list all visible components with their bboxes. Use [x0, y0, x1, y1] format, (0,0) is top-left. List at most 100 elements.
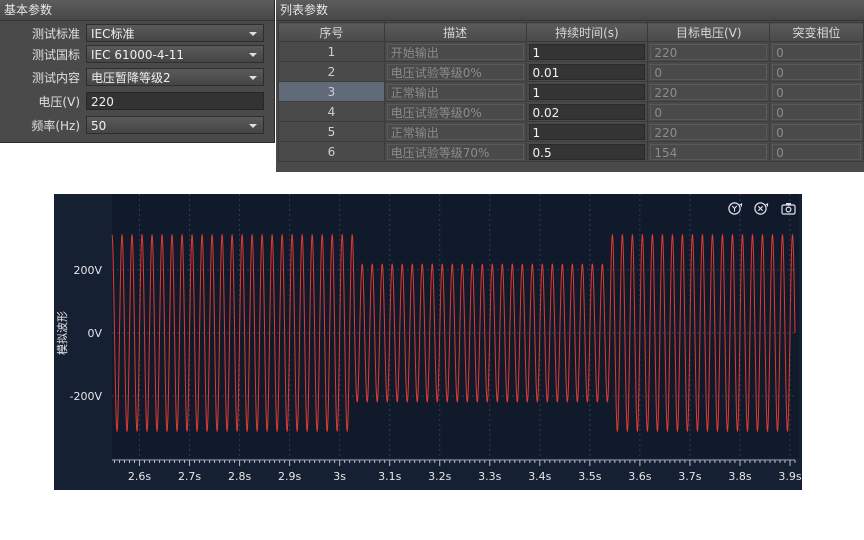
cell-target-voltage-value: 0	[650, 63, 768, 80]
cell-duration-value: 0.01	[528, 63, 646, 80]
cell-phase-value: 0	[772, 83, 861, 100]
form-row: 测试国标 IEC 61000-4-11	[0, 45, 274, 65]
x-tick-label: 3.6s	[628, 470, 651, 483]
basic-params-panel: 基本参数 测试标准 IEC标准 测试国标 IEC 61000-4-11 测试内容 电压暂降…	[0, 0, 275, 143]
field-label: 测试内容	[31, 71, 80, 85]
cell-phase-value: 0	[772, 43, 861, 60]
x-tick-label: 3.3s	[478, 470, 501, 483]
cell-index[interactable]: 4	[278, 101, 385, 122]
plot-area	[112, 194, 799, 458]
table-row[interactable]: 5 正常输出 1 220 0	[278, 121, 864, 142]
cell-target-voltage[interactable]: 220	[647, 121, 771, 142]
field-dropdown[interactable]: IEC标准	[86, 24, 264, 42]
column-header-phase[interactable]: 突变相位	[769, 22, 864, 42]
cell-phase[interactable]: 0	[769, 141, 864, 162]
x-tick-label: 2.9s	[278, 470, 301, 483]
cell-description[interactable]: 电压试验等级70%	[383, 141, 527, 162]
column-header-description[interactable]: 描述	[383, 22, 527, 42]
cell-description-value: 开始输出	[386, 43, 524, 60]
cell-phase[interactable]: 0	[769, 81, 864, 102]
cell-phase-value: 0	[772, 103, 861, 120]
cell-description[interactable]: 电压试验等级0%	[383, 101, 527, 122]
cell-duration[interactable]: 0.01	[525, 61, 649, 82]
field-label: 测试标准	[31, 27, 80, 41]
field-dropdown[interactable]: 50	[86, 116, 264, 134]
cell-duration[interactable]: 1	[525, 121, 649, 142]
cell-index[interactable]: 6	[278, 141, 385, 162]
cell-target-voltage-value: 220	[650, 43, 768, 60]
cell-description-value: 电压试验等级70%	[386, 143, 524, 160]
cell-index[interactable]: 5	[278, 121, 385, 142]
column-header-duration[interactable]: 持续时间(s)	[525, 22, 649, 42]
x-tick-label: 2.7s	[178, 470, 201, 483]
field-label: 测试国标	[31, 48, 80, 62]
cell-description-value: 正常输出	[386, 83, 524, 100]
cell-duration[interactable]: 1	[525, 81, 649, 102]
field-label: 频率(Hz)	[31, 119, 80, 133]
field-value: 电压暂降等级2	[91, 71, 171, 85]
y-axis-label: 模拟波形	[55, 311, 69, 355]
form-row: 电压(V) 220	[0, 92, 274, 112]
cell-description[interactable]: 正常输出	[383, 81, 527, 102]
basic-params-title: 基本参数	[0, 0, 274, 21]
cell-index[interactable]: 3	[278, 81, 385, 102]
form-row: 测试标准 IEC标准	[0, 24, 274, 44]
cell-target-voltage-value: 220	[650, 123, 768, 140]
field-dropdown[interactable]: 电压暂降等级2	[86, 68, 264, 86]
cell-target-voltage[interactable]: 0	[647, 61, 771, 82]
x-tick-label: 3.5s	[578, 470, 601, 483]
cell-phase[interactable]: 0	[769, 121, 864, 142]
table-row[interactable]: 4 电压试验等级0% 0.02 0 0	[278, 101, 864, 122]
x-tick-label: 3.9s	[778, 470, 801, 483]
y-tick-label: 0V	[87, 327, 102, 340]
chevron-down-icon	[249, 53, 257, 57]
field-dropdown[interactable]: IEC 61000-4-11	[86, 45, 264, 63]
field-label: 电压(V)	[38, 95, 80, 109]
x-tick-label: 3.1s	[378, 470, 401, 483]
cell-index[interactable]: 1	[278, 41, 385, 62]
cell-target-voltage-value: 220	[650, 83, 768, 100]
x-tick-label: 2.8s	[228, 470, 251, 483]
cell-description-value: 电压试验等级0%	[386, 103, 524, 120]
x-tick-label: 3.4s	[528, 470, 551, 483]
table-row[interactable]: 2 电压试验等级0% 0.01 0 0	[278, 61, 864, 82]
table-row[interactable]: 3 正常输出 1 220 0	[278, 81, 864, 102]
cell-target-voltage[interactable]: 0	[647, 101, 771, 122]
field-input[interactable]: 220	[86, 92, 264, 110]
cell-phase-value: 0	[772, 143, 861, 160]
cell-duration[interactable]: 0.02	[525, 101, 649, 122]
column-header-index[interactable]: 序号	[278, 22, 385, 42]
cell-phase[interactable]: 0	[769, 61, 864, 82]
cell-description[interactable]: 开始输出	[383, 41, 527, 62]
field-value: IEC标准	[91, 27, 135, 41]
cell-index[interactable]: 2	[278, 61, 385, 82]
cell-duration-value: 0.5	[528, 143, 646, 160]
list-params-table: 序号 描述 持续时间(s) 目标电压(V) 突变相位 1 开始输出 1 220 0 2 电压…	[278, 22, 864, 162]
cell-target-voltage[interactable]: 220	[647, 41, 771, 62]
chevron-down-icon	[249, 32, 257, 36]
table-header: 序号 描述 持续时间(s) 目标电压(V) 突变相位	[278, 22, 864, 42]
x-tick-label: 3s	[333, 470, 346, 483]
column-header-target-voltage[interactable]: 目标电压(V)	[647, 22, 771, 42]
cell-phase[interactable]: 0	[769, 101, 864, 122]
y-tick-label: -200V	[70, 390, 103, 403]
cell-duration-value: 0.02	[528, 103, 646, 120]
x-tick-label: 2.6s	[128, 470, 151, 483]
y-tick-label: 200V	[73, 264, 102, 277]
table-row[interactable]: 1 开始输出 1 220 0	[278, 41, 864, 62]
cell-phase-value: 0	[772, 63, 861, 80]
list-params-panel: 列表参数 序号 描述 持续时间(s) 目标电压(V) 突变相位 1 开始输出 1 22…	[276, 0, 864, 172]
cell-duration[interactable]: 1	[525, 41, 649, 62]
cell-target-voltage[interactable]: 220	[647, 81, 771, 102]
cell-description[interactable]: 电压试验等级0%	[383, 61, 527, 82]
cell-target-voltage[interactable]: 154	[647, 141, 771, 162]
table-row[interactable]: 6 电压试验等级70% 0.5 154 0	[278, 141, 864, 162]
cell-duration[interactable]: 0.5	[525, 141, 649, 162]
field-value: 220	[91, 95, 114, 109]
waveform-svg: 200V 0V -200V 模拟波形 2.6s 2.7s 2.8s 2.9s 3s 3.1s 3.2…	[55, 194, 802, 483]
list-params-title: 列表参数	[276, 0, 864, 21]
cell-phase[interactable]: 0	[769, 41, 864, 62]
cell-description[interactable]: 正常输出	[383, 121, 527, 142]
waveform-chart: 200V 0V -200V 模拟波形 2.6s 2.7s 2.8s 2.9s 3s 3.1s 3.2…	[54, 194, 802, 490]
cell-duration-value: 1	[528, 83, 646, 100]
